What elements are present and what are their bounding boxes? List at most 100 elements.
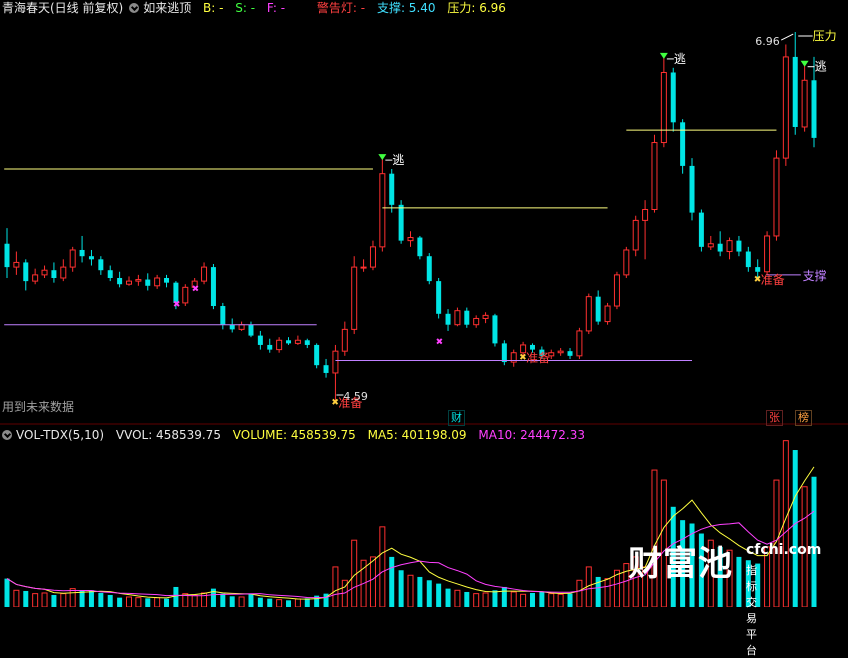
candle-body-down — [680, 122, 686, 166]
candle-body-down — [389, 173, 395, 205]
candle-body-down — [4, 243, 10, 268]
indicator-menu-icon[interactable] — [129, 3, 140, 13]
candle-body-up — [13, 261, 20, 268]
volume-bar-up — [60, 593, 67, 607]
candle-body-up — [379, 173, 386, 248]
candle-body-up — [764, 235, 771, 273]
volume-bar-down — [426, 580, 432, 607]
chart-canvas: 逃逃逃准备✖准备✖准备✖ 支撑压力4.596.96✖✖✖ — [0, 29, 848, 607]
watermark-logo: 财富池 cfchi.com 指标交易平台 — [628, 536, 821, 657]
candle-body-down — [445, 313, 451, 325]
volume-bar-up — [13, 589, 20, 607]
candle-body-down — [257, 335, 263, 345]
candle-body-down — [248, 324, 254, 336]
candle-body-up — [69, 249, 76, 268]
candle-body-up — [707, 243, 714, 248]
volume-bar-up — [520, 593, 527, 607]
candle-body-down — [220, 306, 226, 325]
candle-body-up — [369, 246, 376, 268]
volume-bar-up — [32, 593, 39, 607]
high-price-tick — [781, 33, 794, 41]
candle-body-up — [351, 266, 358, 330]
vol-indicator-name[interactable]: VOL-TDX(5,10) — [16, 428, 104, 442]
high-price-label: 6.96 — [755, 35, 780, 48]
b-value: B: - — [203, 1, 224, 15]
signal-mark-icon: ✖ — [436, 337, 444, 347]
candle-body-down — [145, 279, 151, 286]
candle-body-up — [726, 240, 733, 253]
candle-body-up — [407, 237, 414, 242]
candle-body-up — [332, 350, 339, 374]
f-value: F: - — [266, 1, 286, 15]
candle-body-down — [689, 165, 695, 213]
candle-body-up — [473, 317, 480, 326]
candle-body-down — [79, 249, 85, 257]
candle-body-up — [135, 279, 142, 282]
ma10-value: MA10: 244472.33 — [478, 428, 585, 442]
candle-body-up — [773, 157, 780, 237]
candle-body-down — [314, 344, 320, 366]
finance-badge[interactable]: 财 — [448, 410, 465, 426]
candle-body-down — [398, 204, 404, 241]
volume-bar-down — [417, 576, 423, 607]
escape-label: 逃 — [674, 52, 686, 66]
volume-bar-up — [482, 592, 489, 607]
limit-up-badge[interactable]: 张 — [766, 410, 783, 426]
volume-bar-down — [567, 593, 573, 607]
watermark-site: cfchi.com — [746, 542, 822, 558]
candle-body-down — [210, 267, 216, 307]
support-label: 支撑 — [803, 268, 827, 283]
candle-body-down — [464, 310, 470, 325]
volume-bar-up — [548, 593, 555, 607]
signal-mark-icon: ✖ — [192, 284, 200, 294]
vol-menu-icon[interactable] — [2, 430, 12, 440]
volume-bar-up — [41, 592, 48, 607]
candle-body-down — [529, 344, 535, 350]
candle-body-up — [60, 266, 67, 279]
ranking-badge[interactable]: 榜 — [795, 410, 812, 426]
indicator-name[interactable]: 如来逃顶 — [143, 1, 191, 15]
volume-bar-up — [407, 574, 414, 607]
candle-body-up — [520, 344, 527, 354]
volume-bar-down — [220, 593, 226, 607]
candle-body-up — [482, 314, 489, 319]
volume-bar-up — [379, 526, 386, 607]
escape-arrow-icon — [659, 52, 668, 59]
candle-body-up — [238, 324, 245, 330]
candle-body-down — [792, 56, 798, 127]
candle-body-up — [576, 330, 583, 357]
volume-bar-up — [294, 598, 301, 607]
volume-bar-down — [248, 594, 254, 607]
volume-bar-down — [145, 598, 151, 607]
candle-body-down — [492, 315, 498, 344]
watermark-big: 财富池 — [628, 544, 733, 584]
volume-bar-up — [473, 593, 480, 607]
volume-bar-down — [117, 597, 123, 607]
candle-body-down — [745, 251, 751, 268]
ready-label: 准备 — [761, 273, 785, 287]
volume-bar-down — [229, 596, 235, 607]
candle-body-down — [304, 340, 310, 345]
volume-bar-down — [539, 591, 545, 607]
volume-bar-down — [436, 583, 442, 607]
candle-body-down — [323, 365, 329, 373]
candle-body-down — [698, 212, 704, 247]
volume-bar-down — [736, 556, 742, 607]
volume-bar-down — [23, 590, 29, 607]
pressure-label: 压力 — [813, 29, 837, 43]
volume-bar-down — [164, 598, 170, 607]
candle-body-down — [286, 340, 292, 344]
candle-body-down — [88, 256, 94, 260]
candle-body-down — [436, 281, 442, 314]
candle-body-down — [98, 259, 104, 271]
s-value: S: - — [235, 1, 256, 15]
ready-mark-icon: ✖ — [331, 398, 339, 408]
volume-bar-down — [267, 598, 273, 607]
candle-body-up — [454, 310, 461, 326]
volume-bar-up — [276, 599, 283, 607]
candle-body-up — [201, 266, 208, 282]
escape-arrow-icon — [800, 60, 809, 67]
candle-body-up — [642, 208, 649, 221]
candle-body-down — [811, 80, 817, 138]
volume-bar-down — [4, 578, 10, 607]
